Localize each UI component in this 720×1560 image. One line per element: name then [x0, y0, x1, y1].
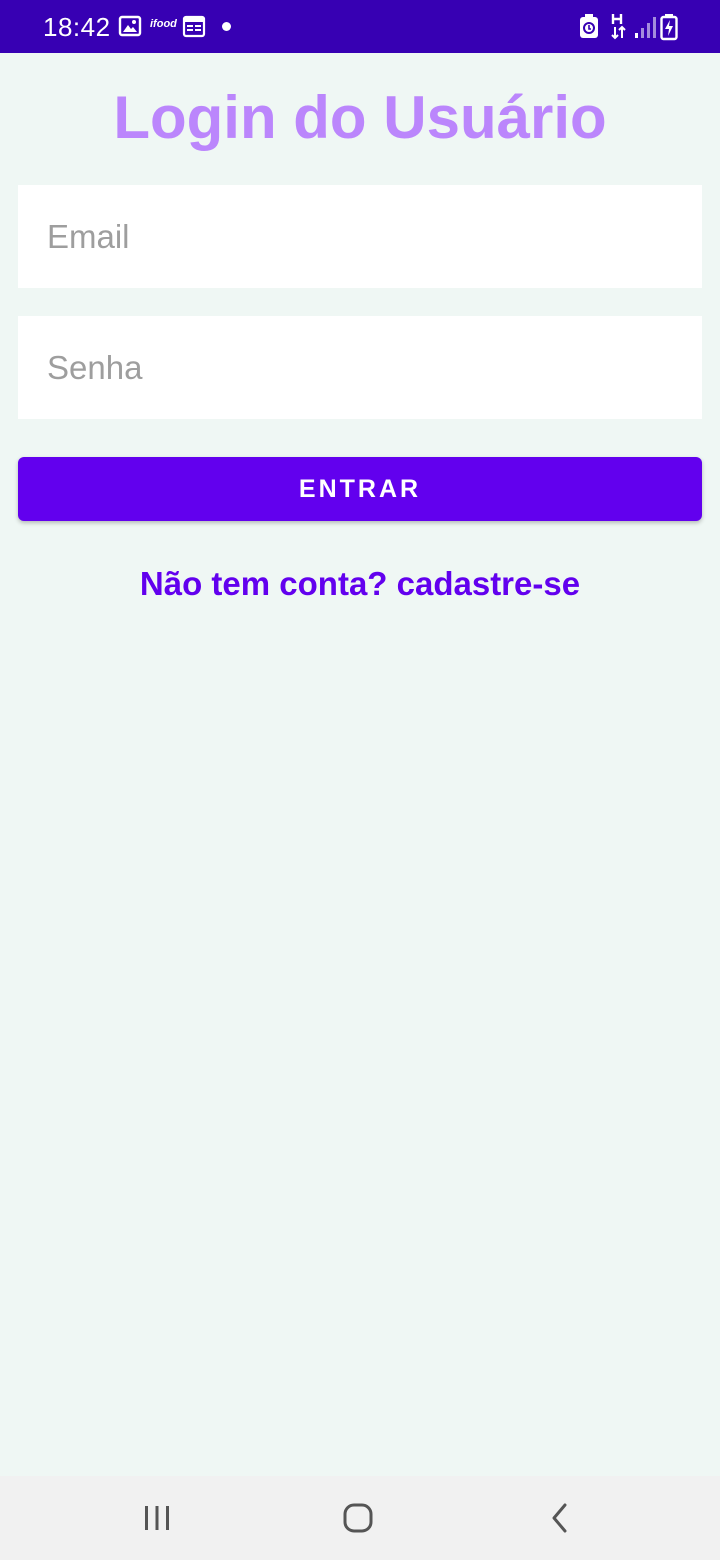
calendar-icon — [182, 14, 206, 40]
home-icon[interactable] — [328, 1493, 388, 1543]
data-transfer-icon — [610, 12, 628, 40]
battery-saver-icon — [578, 13, 600, 39]
page-title: Login do Usuário — [113, 84, 607, 151]
status-time: 18:42 — [43, 12, 111, 42]
back-icon[interactable] — [530, 1493, 590, 1543]
signup-link[interactable]: Não tem conta? cadastre-se — [0, 562, 720, 606]
status-bar: 18:42 ifood — [0, 0, 720, 53]
ifood-icon: ifood — [150, 18, 177, 30]
enter-button[interactable]: ENTRAR — [18, 457, 702, 521]
battery-charging-icon — [660, 13, 678, 41]
email-field[interactable] — [18, 185, 702, 288]
signal-icon — [634, 15, 656, 41]
notification-dot-icon — [222, 22, 231, 31]
navigation-bar — [0, 1476, 720, 1560]
gallery-icon — [118, 14, 142, 40]
password-field[interactable] — [18, 316, 702, 419]
recent-apps-icon[interactable] — [127, 1493, 187, 1543]
